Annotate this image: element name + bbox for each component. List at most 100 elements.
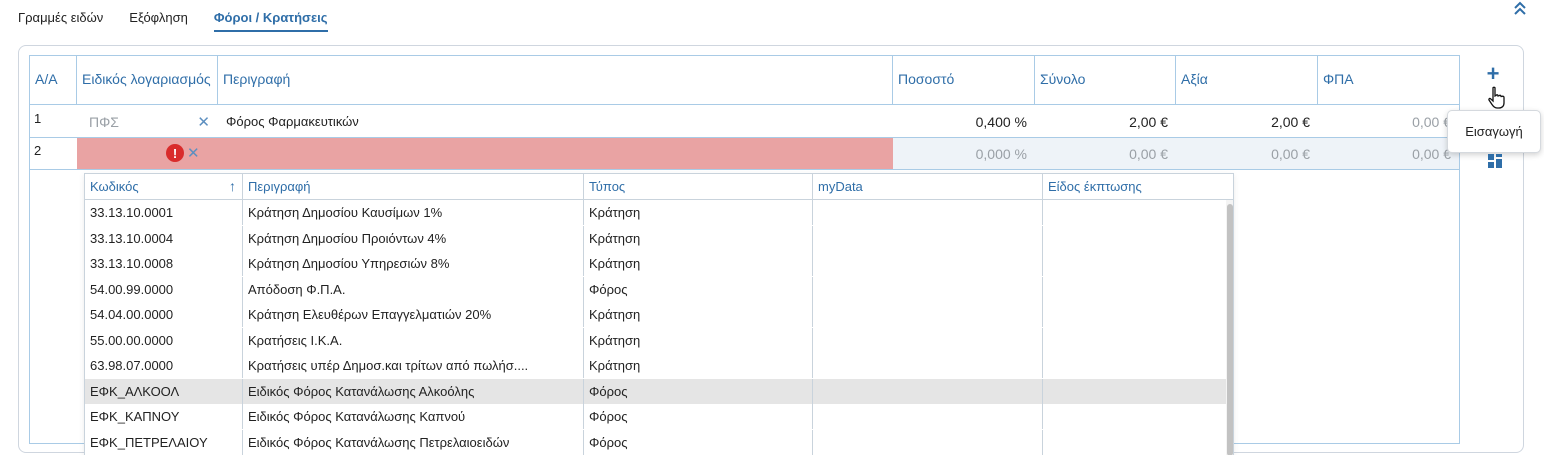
- rate-cell[interactable]: 0,400 %: [893, 106, 1035, 137]
- dd-cell-description: Κράτηση Δημοσίου Προιόντων 4%: [243, 225, 584, 251]
- account-dropdown[interactable]: Κωδικός ↑ Περιγραφή Τύπος myData Είδος έ…: [84, 173, 1234, 455]
- rate-cell[interactable]: 0,000 %: [893, 138, 1035, 169]
- value-cell: 2,00 €: [1271, 113, 1310, 130]
- list-item[interactable]: 54.00.99.0000 Απόδοση Φ.Π.Α. Φόρος: [85, 276, 1227, 303]
- dd-cell-discount: [1043, 378, 1227, 404]
- account-controls: ! ✕: [166, 144, 200, 162]
- col-header-description[interactable]: Περιγραφή: [218, 56, 893, 104]
- list-item[interactable]: 63.98.07.0000 Κρατήσεις υπέρ Δημοσ.και τρ…: [85, 353, 1227, 379]
- dd-cell-code: ΕΦΚ_ΠΕΤΡΕΛΑΙΟΥ: [85, 429, 243, 455]
- hand-cursor-icon: [1486, 86, 1508, 110]
- dd-cell-mydata: [813, 378, 1043, 404]
- dd-cell-discount: [1043, 225, 1227, 251]
- account-value: ΠΦΣ: [89, 113, 119, 130]
- dd-col-type[interactable]: Τύπος: [584, 174, 813, 199]
- col-header-total[interactable]: Σύνολο: [1035, 56, 1176, 104]
- dd-col-discount-type[interactable]: Είδος έκπτωσης: [1043, 174, 1233, 199]
- tab-bar: Γραμμές ειδών Εξόφληση Φόροι / Κρατήσεις: [18, 10, 328, 32]
- list-item[interactable]: 54.04.00.0000 Κράτηση Ελευθέρων Επαγγελμα…: [85, 302, 1227, 328]
- error-icon: !: [166, 144, 184, 162]
- table-row[interactable]: 1 ΠΦΣ ✕ Φόρος Φαρμακευτικών 0,400 % 2,00…: [30, 106, 1459, 138]
- dd-cell-code: 54.04.00.0000: [85, 302, 243, 327]
- dd-cell-mydata: [813, 353, 1043, 378]
- dd-cell-type: Φόρος: [584, 276, 813, 302]
- total-cell: 0,00 €: [1035, 138, 1176, 169]
- dd-cell-discount: [1043, 251, 1227, 276]
- dd-cell-code: 33.13.10.0008: [85, 251, 243, 276]
- dd-cell-mydata: [813, 276, 1043, 302]
- sort-ascending-icon[interactable]: ↑: [229, 178, 236, 194]
- list-item[interactable]: ΕΦΚ_ΠΕΤΡΕΛΑΙΟΥ Ειδικός Φόρος Κατανάλωσης …: [85, 429, 1227, 455]
- dd-col-description[interactable]: Περιγραφή: [243, 174, 584, 199]
- grid-layout-icon[interactable]: [1488, 154, 1502, 168]
- grid-header: Α/Α Ειδικός λογαριασμός Περιγραφή Ποσοστ…: [30, 56, 1459, 105]
- dd-cell-discount: [1043, 200, 1227, 225]
- dd-col-code-label: Κωδικός: [90, 179, 139, 194]
- dd-cell-type: Κράτηση: [584, 302, 813, 327]
- dd-col-code[interactable]: Κωδικός ↑: [85, 174, 243, 199]
- total-cell: 2,00 €: [1129, 113, 1168, 130]
- tab-item-lines[interactable]: Γραμμές ειδών: [18, 10, 103, 32]
- row-aa: 2: [34, 143, 42, 158]
- description-cell[interactable]: Φόρος Φαρμακευτικών: [218, 106, 893, 137]
- dd-cell-discount: [1043, 276, 1227, 302]
- list-item[interactable]: ΕΦΚ_ΚΑΠΝΟΥ Ειδικός Φόρος Κατανάλωσης Καπν…: [85, 404, 1227, 430]
- list-item[interactable]: ΕΦΚ_ΑΛΚΟΟΛ Ειδικός Φόρος Κατανάλωσης Αλκο…: [85, 378, 1227, 404]
- dropdown-scrollbar[interactable]: [1226, 200, 1233, 455]
- dd-cell-description: Κράτηση Ελευθέρων Επαγγελματιών 20%: [243, 302, 584, 327]
- dd-cell-type: Κράτηση: [584, 327, 813, 353]
- account-field[interactable]: ΠΦΣ ✕: [77, 106, 218, 137]
- col-header-rate[interactable]: Ποσοστό: [893, 56, 1035, 104]
- list-item[interactable]: 55.00.00.0000 Κρατήσεις Ι.Κ.Α. Κράτηση: [85, 327, 1227, 354]
- dd-cell-description: Ειδικός Φόρος Κατανάλωσης Πετρελαιοειδών: [243, 429, 584, 455]
- dd-col-mydata[interactable]: myData: [813, 174, 1043, 199]
- dd-cell-code: 63.98.07.0000: [85, 353, 243, 378]
- dropdown-header: Κωδικός ↑ Περιγραφή Τύπος myData Είδος έ…: [85, 174, 1233, 200]
- dd-cell-type: Κράτηση: [584, 200, 813, 225]
- dd-cell-code: 33.13.10.0001: [85, 200, 243, 225]
- add-icon[interactable]: +: [1484, 63, 1502, 85]
- dd-cell-type: Φόρος: [584, 429, 813, 455]
- row-aa: 1: [34, 111, 42, 126]
- vat-cell: 0,00 €: [1318, 138, 1459, 169]
- dd-cell-type: Φόρος: [584, 404, 813, 429]
- list-item[interactable]: 33.13.10.0001 Κράτηση Δημοσίου Καυσίμων 1…: [85, 200, 1227, 226]
- error-input-area[interactable]: ! ✕: [77, 138, 893, 169]
- scrollbar-thumb[interactable]: [1227, 204, 1233, 455]
- list-item[interactable]: 33.13.10.0004 Κράτηση Δημοσίου Προιόντων …: [85, 225, 1227, 252]
- col-header-vat[interactable]: ΦΠΑ: [1318, 56, 1459, 104]
- col-header-value[interactable]: Αξία: [1176, 56, 1318, 104]
- tab-taxes-deductions[interactable]: Φόροι / Κρατήσεις: [213, 10, 328, 32]
- collapse-double-chevron-up-icon[interactable]: [1509, 0, 1531, 18]
- list-item[interactable]: 33.13.10.0008 Κράτηση Δημοσίου Υπηρεσιών …: [85, 251, 1227, 277]
- col-header-aa[interactable]: Α/Α: [30, 56, 77, 104]
- dd-cell-discount: [1043, 302, 1227, 327]
- dd-cell-mydata: [813, 327, 1043, 353]
- dd-cell-description: Κρατήσεις Ι.Κ.Α.: [243, 327, 584, 353]
- dd-cell-description: Κράτηση Δημοσίου Καυσίμων 1%: [243, 200, 584, 225]
- dd-cell-description: Ειδικός Φόρος Κατανάλωσης Αλκοόλης: [243, 378, 584, 404]
- dd-cell-mydata: [813, 200, 1043, 225]
- dd-cell-description: Ειδικός Φόρος Κατανάλωσης Καπνού: [243, 404, 584, 429]
- dd-cell-code: ΕΦΚ_ΑΛΚΟΟΛ: [85, 378, 243, 404]
- col-header-account[interactable]: Ειδικός λογαριασμός: [77, 56, 218, 104]
- dd-cell-discount: [1043, 327, 1227, 353]
- dd-cell-mydata: [813, 225, 1043, 251]
- table-row[interactable]: 2 ! ✕ 0,000 % 0,00 € 0,00 € 0,00 €: [30, 138, 1459, 170]
- dd-cell-type: Φόρος: [584, 378, 813, 404]
- dd-cell-code: 55.00.00.0000: [85, 327, 243, 353]
- insert-tooltip: Εισαγωγή: [1447, 110, 1541, 153]
- dd-cell-code: 54.00.99.0000: [85, 276, 243, 302]
- dd-cell-discount: [1043, 429, 1227, 455]
- dd-cell-mydata: [813, 302, 1043, 327]
- dd-cell-type: Κράτηση: [584, 353, 813, 378]
- dd-cell-mydata: [813, 404, 1043, 429]
- clear-icon[interactable]: ✕: [187, 144, 200, 162]
- dd-cell-discount: [1043, 404, 1227, 429]
- dd-cell-type: Κράτηση: [584, 225, 813, 251]
- dd-cell-code: ΕΦΚ_ΚΑΠΝΟΥ: [85, 404, 243, 429]
- clear-icon[interactable]: ✕: [197, 113, 210, 131]
- dd-cell-code: 33.13.10.0004: [85, 225, 243, 251]
- dd-cell-description: Απόδοση Φ.Π.Α.: [243, 276, 584, 302]
- tab-payment[interactable]: Εξόφληση: [129, 10, 188, 32]
